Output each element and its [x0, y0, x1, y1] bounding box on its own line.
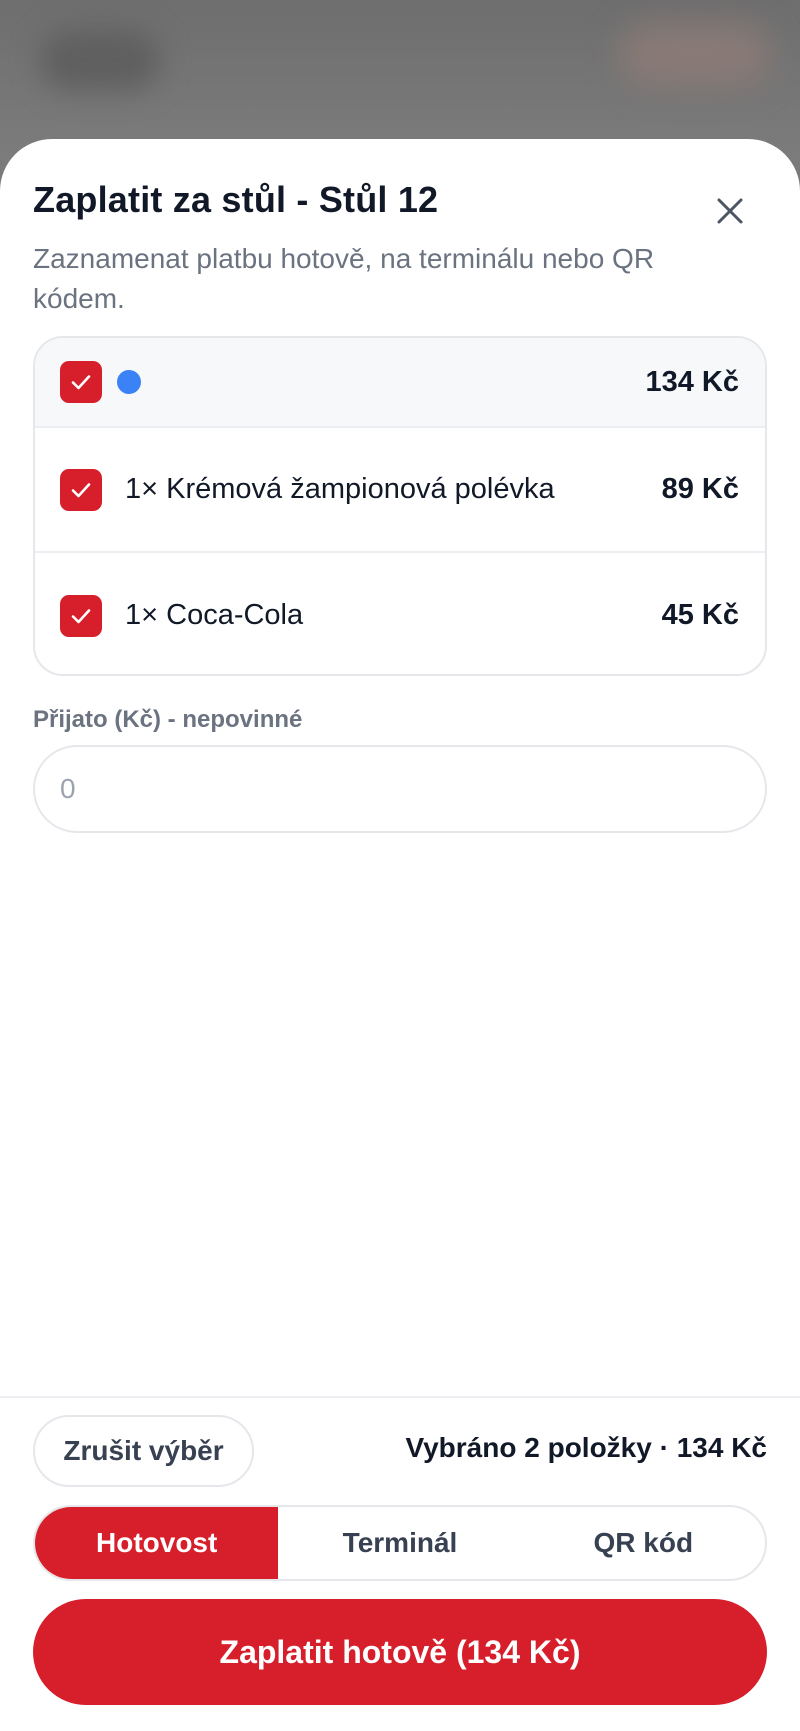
- background-blur-shape: [40, 30, 160, 90]
- close-icon: [717, 198, 743, 224]
- payment-sheet: Zaplatit za stůl - Stůl 12 Zaznamenat pl…: [0, 139, 800, 1731]
- selection-summary: Vybráno 2 položky · 134 Kč: [405, 1432, 767, 1463]
- received-amount-input[interactable]: [33, 745, 767, 833]
- footer-divider: [0, 1396, 800, 1398]
- select-all-row[interactable]: 134 Kč: [35, 338, 765, 428]
- received-amount-label: Přijato (Kč) - nepovinné: [33, 706, 303, 733]
- item-checkbox[interactable]: [60, 468, 102, 511]
- pay-button[interactable]: Zaplatit hotově (134 Kč): [33, 1599, 767, 1705]
- background-blur-shape: [620, 25, 770, 85]
- clear-selection-button[interactable]: Zrušit výběr: [33, 1415, 254, 1487]
- select-all-checkbox[interactable]: [60, 361, 102, 403]
- check-icon: [71, 482, 91, 497]
- status-dot: [117, 370, 141, 394]
- total-price: 134 Kč: [645, 365, 739, 398]
- blurred-background: [0, 0, 800, 160]
- item-label: 1× Coca-Cola: [125, 599, 304, 631]
- payment-method-switcher: Hotovost Terminál QR kód: [33, 1505, 767, 1581]
- close-button[interactable]: [710, 191, 750, 231]
- check-icon: [71, 608, 91, 623]
- item-price: 45 Kč: [661, 599, 739, 631]
- item-price: 89 Kč: [661, 473, 739, 505]
- method-cash-tab[interactable]: Hotovost: [35, 1507, 279, 1579]
- list-item[interactable]: 1× Coca-Cola 45 Kč: [35, 553, 765, 674]
- dialog-title: Zaplatit za stůl - Stůl 12: [33, 179, 439, 220]
- check-icon: [71, 375, 91, 390]
- method-terminal-tab[interactable]: Terminál: [278, 1507, 521, 1579]
- dialog-subtitle: Zaznamenat platbu hotově, na terminálu n…: [33, 243, 655, 314]
- item-checkbox[interactable]: [60, 594, 102, 637]
- method-qr-tab[interactable]: QR kód: [522, 1507, 765, 1579]
- order-items-list: 134 Kč 1× Krémová žampionová polévka 89 …: [33, 336, 767, 676]
- item-label: 1× Krémová žampionová polévka: [125, 473, 555, 505]
- list-item[interactable]: 1× Krémová žampionová polévka 89 Kč: [35, 428, 765, 553]
